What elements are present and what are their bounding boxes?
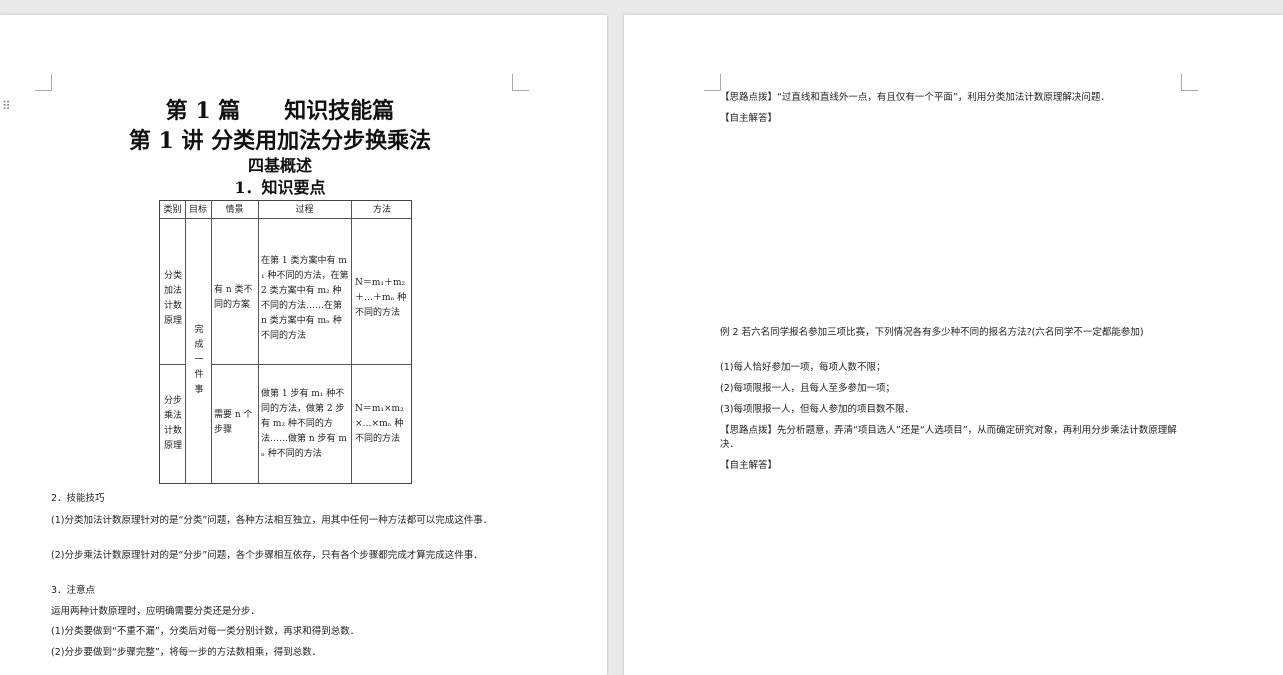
example-question: 例 2 若六名同学报名参加三项比赛，下列情况各有多少种不同的报名方法?(六名同学…: [720, 327, 1144, 338]
table-cell-method: N＝m₁＋m₂＋…＋mₙ 种不同的方法: [355, 278, 407, 318]
table-cell-process: 在第 1 类方案中有 m₁ 种不同的方法，在第 2 类方案中有 m₂ 种不同的方…: [261, 256, 349, 341]
table-header-method: 方法: [372, 205, 391, 215]
paragraph: (2)分步要做到“步骤完整”，将每一步的方法数相乘，得到总数．: [51, 647, 322, 658]
question-item: (1)每人恰好参加一项，每项人数不限；: [720, 362, 886, 373]
answer-label: 【自主解答】: [720, 460, 778, 471]
table-header-goal: 目标: [188, 205, 207, 215]
document-page-right: 【思路点拨】“过直线和直线外一点，有且仅有一个平面”，利用分类加法计数原理解决问…: [624, 15, 1283, 675]
table-cell-process: 做第 1 步有 m₁ 种不同的方法，做第 2 步有 m₂ 种不同的方法……做第 …: [261, 389, 347, 459]
hint-paragraph: 【思路点拨】先分析题意，弄清“项目选人”还是“人选项目”，从而确定研究对象，再利…: [720, 425, 1177, 450]
table-cell-situation: 有 n 类不同的方案: [214, 285, 253, 310]
paragraph: 运用两种计数原理时，应明确需要分类还是分步．: [51, 606, 261, 617]
question-item: (3)每项限报一人，但每人参加的项目数不限．: [720, 404, 914, 415]
document-page-left: ⠿ 第 1 篇 知识技能篇 第 1 讲 分类用加法分步换乘法 四基概述 1．知识…: [0, 15, 607, 675]
table-header-category: 类别: [163, 205, 182, 215]
table-cell-method: N＝m₁×m₂×…×mₙ 种不同的方法: [355, 404, 404, 444]
section-heading-1: 1．知识要点: [234, 178, 326, 197]
margin-corner-mark: [1181, 74, 1198, 91]
table-cell-category: 分类加法计数原理: [163, 271, 182, 326]
table-header-process: 过程: [295, 205, 314, 215]
section-heading-2: 2．技能技巧: [51, 493, 105, 504]
paragraph: (1)分类加法计数原理针对的是“分类”问题，各种方法相互独立，用其中任何一种方法…: [51, 515, 493, 526]
paragraph: (1)分类要做到“不重不漏”，分类后对每一类分别计数，再求和得到总数．: [51, 626, 360, 637]
hint-paragraph: 【思路点拨】“过直线和直线外一点，有且仅有一个平面”，利用分类加法计数原理解决问…: [720, 92, 1110, 103]
section-heading-3: 3．注意点: [51, 585, 96, 596]
knowledge-table: 类别 目标 情景 过程 方法 分类加法计数原理 完成一件事 有 n 类不同的方案…: [159, 200, 412, 484]
margin-corner-mark: [35, 74, 52, 91]
lecture-title: 第 1 讲 分类用加法分步换乘法: [128, 128, 432, 154]
overview-heading: 四基概述: [247, 156, 312, 175]
paragraph: (2)分步乘法计数原理针对的是“分步”问题，各个步骤相互依存，只有各个步骤都完成…: [51, 550, 483, 561]
question-item: (2)每项限报一人，且每人至多参加一项；: [720, 383, 895, 394]
margin-corner-mark: [512, 74, 529, 91]
part-title: 第 1 篇 知识技能篇: [165, 98, 395, 124]
table-cell-goal: 完成一件事: [194, 325, 204, 395]
table-cell-situation: 需要 n 个步骤: [214, 410, 253, 435]
margin-corner-mark: [704, 74, 721, 91]
table-header-situation: 情景: [225, 205, 244, 215]
table-cell-category: 分步乘法计数原理: [163, 396, 182, 451]
answer-label: 【自主解答】: [720, 113, 778, 124]
